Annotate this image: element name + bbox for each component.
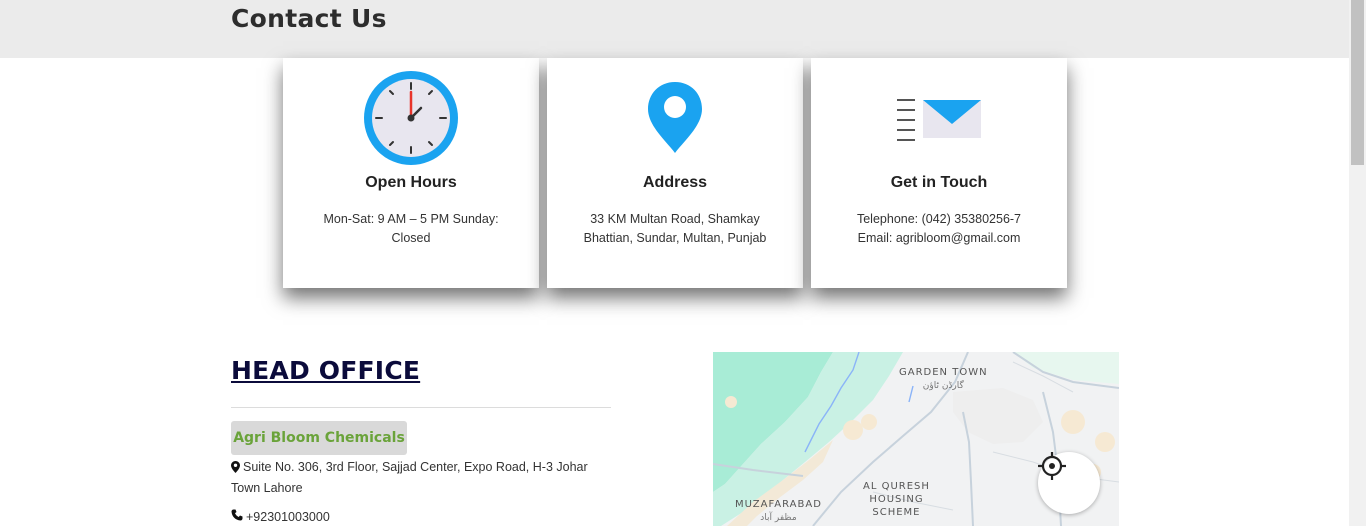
al-quresh-label: AL QURESH — [863, 481, 930, 492]
header-band: Contact Us — [0, 0, 1349, 58]
garden-town-label: GARDEN TOWN — [899, 367, 988, 378]
open-hours-text: Mon-Sat: 9 AM – 5 PM Sunday: Closed — [323, 212, 499, 245]
map-pin-icon — [547, 70, 803, 166]
map-label-garden-town: GARDEN TOWN گارڈن ٹاؤن — [899, 366, 988, 393]
map-label-al-quresh: AL QURESH HOUSING SCHEME — [863, 480, 930, 519]
divider — [231, 407, 611, 408]
contact-text: Telephone: (042) 35380256-7 Email: agrib… — [833, 210, 1045, 248]
office-phone[interactable]: +92301003000 — [231, 509, 330, 524]
map-label-muzafarabad: MUZAFARABAD مظفر آباد — [735, 498, 822, 525]
office-phone-text: +92301003000 — [246, 509, 330, 524]
address-card: Address 33 KM Multan Road, Shamkay Bhatt… — [547, 58, 803, 288]
scrollbar-thumb[interactable] — [1351, 0, 1364, 165]
housing-label: HOUSING — [869, 494, 924, 505]
scheme-label: SCHEME — [872, 507, 921, 518]
garden-town-urdu-label: گارڈن ٹاؤن — [922, 381, 964, 391]
open-hours-title: Open Hours — [365, 174, 457, 191]
map-embed[interactable]: GARDEN TOWN گارڈن ٹاؤن AL QURESH HOUSING… — [713, 352, 1119, 526]
address-title: Address — [642, 174, 708, 191]
phone-icon — [231, 509, 243, 524]
contact-card: Get in Touch Telephone: (042) 35380256-7… — [811, 58, 1067, 288]
contact-title: Get in Touch — [890, 174, 988, 191]
telephone-text: Telephone: (042) 35380256-7 — [856, 212, 1022, 226]
muzafarabad-urdu-label: مظفر آباد — [760, 513, 797, 523]
page-scrollbar[interactable] — [1349, 0, 1366, 526]
map-marker-icon — [231, 460, 240, 479]
head-office-heading: HEAD OFFICE — [231, 356, 421, 385]
envelope-icon — [811, 70, 1067, 166]
page-title: Contact Us — [231, 4, 387, 33]
office-address: Suite No. 306, 3rd Floor, Sajjad Center,… — [231, 458, 611, 498]
address-text: 33 KM Multan Road, Shamkay Bhattian, Sun… — [583, 212, 767, 245]
my-location-button[interactable] — [1038, 452, 1100, 514]
open-hours-card: Open Hours Mon-Sat: 9 AM – 5 PM Sunday: … — [283, 58, 539, 288]
clock-icon — [283, 70, 539, 166]
office-address-text: Suite No. 306, 3rd Floor, Sajjad Center,… — [231, 460, 588, 495]
muzafarabad-label: MUZAFARABAD — [735, 499, 822, 510]
email-text: Email: agribloom@gmail.com — [857, 231, 1021, 245]
company-name-badge: Agri Bloom Chemicals — [231, 421, 407, 455]
